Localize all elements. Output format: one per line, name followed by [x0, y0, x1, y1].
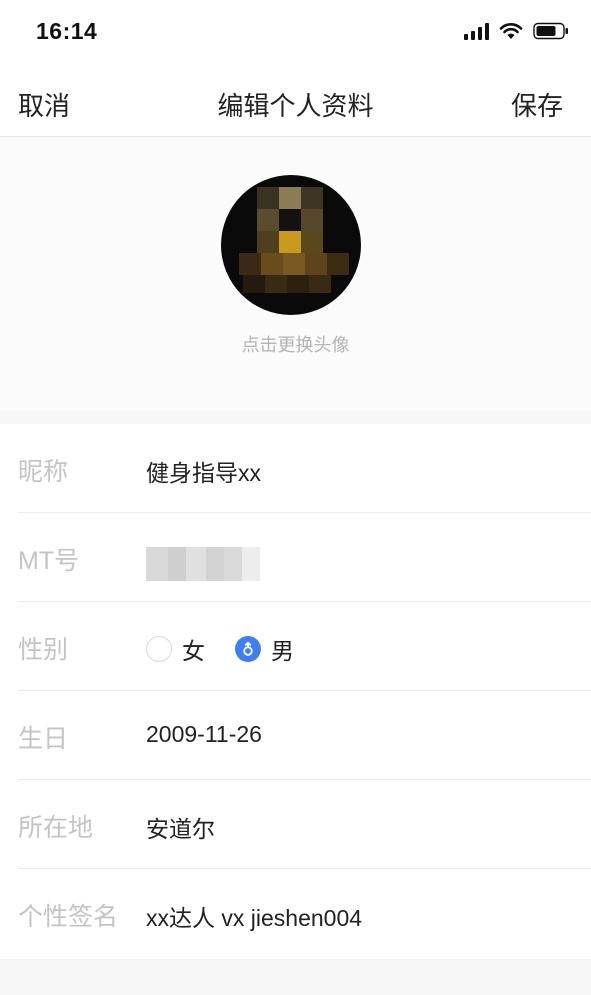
navigation-bar: 取消 编辑个人资料 保存 — [0, 68, 591, 137]
gender-male-label[interactable]: 男 — [271, 632, 294, 666]
location-label: 所在地 — [18, 814, 94, 842]
birthday-row[interactable]: 生日 2009-11-26 — [0, 691, 591, 780]
avatar-section: 点击更换头像 — [0, 137, 591, 411]
gender-label: 性别 — [18, 636, 69, 664]
gender-female-label[interactable]: 女 — [182, 632, 205, 666]
mt-number-row: MT号 — [0, 513, 591, 602]
status-icons — [464, 22, 569, 40]
signal-icon — [464, 22, 489, 40]
gender-row: 性别 女 男 — [0, 602, 591, 691]
signature-row[interactable]: 个性签名 xx达人 vx jieshen004 — [0, 869, 591, 958]
avatar[interactable] — [221, 175, 361, 315]
signature-label: 个性签名 — [18, 903, 119, 931]
gender-female-radio[interactable] — [146, 636, 172, 662]
change-avatar-hint[interactable]: 点击更换头像 — [0, 331, 591, 357]
status-bar: 16:14 — [0, 0, 591, 68]
gender-options: 女 男 — [146, 632, 324, 666]
birthday-value[interactable]: 2009-11-26 — [146, 721, 262, 748]
birthday-label: 生日 — [18, 725, 69, 753]
location-row[interactable]: 所在地 安道尔 — [0, 780, 591, 869]
location-value[interactable]: 安道尔 — [146, 810, 215, 844]
gender-male-radio[interactable] — [235, 636, 261, 662]
mt-number-value-redacted — [146, 547, 260, 581]
cancel-button[interactable]: 取消 — [18, 86, 70, 123]
wifi-icon — [499, 22, 523, 40]
battery-icon — [533, 22, 569, 40]
nickname-value[interactable]: 健身指导xx — [146, 454, 261, 488]
status-time: 16:14 — [36, 18, 98, 44]
nickname-row[interactable]: 昵称 健身指导xx — [0, 424, 591, 513]
page-title: 编辑个人资料 — [217, 91, 374, 121]
male-symbol-icon — [243, 641, 253, 656]
save-button[interactable]: 保存 — [511, 86, 563, 123]
profile-form: 昵称 健身指导xx MT号 性别 女 男 生日 2009-11-26 所在地 安… — [0, 424, 591, 959]
signature-value[interactable]: xx达人 vx jieshen004 — [146, 899, 362, 933]
mt-number-label: MT号 — [18, 547, 80, 575]
nickname-label: 昵称 — [18, 458, 69, 486]
